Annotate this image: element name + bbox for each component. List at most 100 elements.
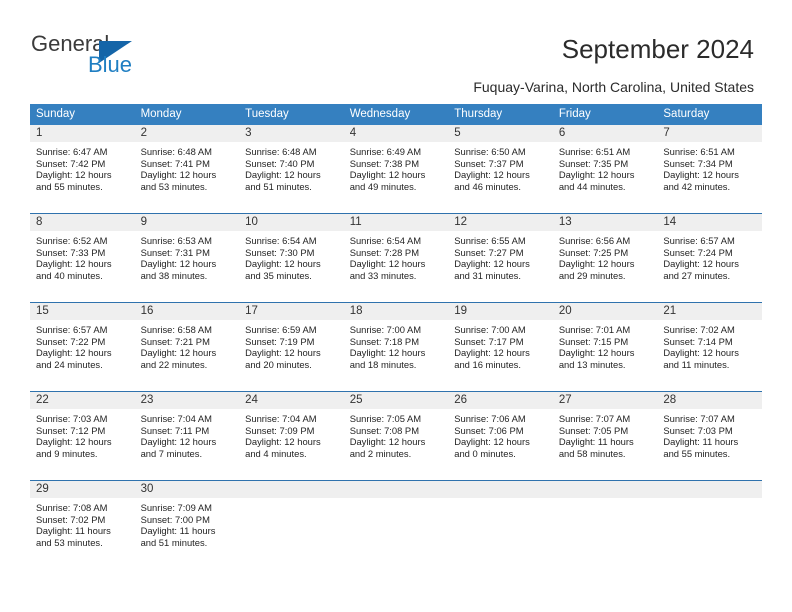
sunset-time: Sunset: 7:09 PM xyxy=(245,424,315,436)
day-details: Sunrise: 6:58 AM Sunset: 7:21 PM Daylight:… xyxy=(135,320,240,391)
calendar-day-cell[interactable]: 15 Sunrise: 6:57 AM Sunset: 7:22 PM Dayligh… xyxy=(30,303,135,391)
day-number xyxy=(343,481,449,498)
daylight-duration-line1: Daylight: 12 hours xyxy=(663,258,739,270)
page-subtitle-location: Fuquay-Varina, North Carolina, United St… xyxy=(473,79,754,95)
calendar-day-cell[interactable]: 17 Sunrise: 6:59 AM Sunset: 7:19 PM Dayligh… xyxy=(239,303,344,391)
sunrise-time: Sunrise: 6:51 AM xyxy=(663,146,735,157)
calendar-day-cell[interactable]: 20 Sunrise: 7:01 AM Sunset: 7:15 PM Dayligh… xyxy=(552,303,658,391)
daylight-duration-line1: Daylight: 12 hours xyxy=(558,258,635,270)
day-number: 28 xyxy=(657,392,762,409)
day-details xyxy=(448,498,553,569)
day-number: 3 xyxy=(239,125,344,142)
day-number: 25 xyxy=(343,392,449,409)
day-number: 18 xyxy=(343,303,449,320)
sunset-time: Sunset: 7:19 PM xyxy=(245,335,315,347)
daylight-duration-line2: and 58 minutes. xyxy=(558,447,626,459)
day-details: Sunrise: 6:56 AM Sunset: 7:25 PM Daylight:… xyxy=(553,231,658,302)
calendar-day-cell[interactable]: 3 Sunrise: 6:48 AM Sunset: 7:40 PM Daylight… xyxy=(239,125,344,213)
calendar-day-cell[interactable]: 25 Sunrise: 7:05 AM Sunset: 7:08 PM Dayligh… xyxy=(343,392,449,480)
day-number: 7 xyxy=(657,125,762,142)
sunset-time: Sunset: 7:37 PM xyxy=(454,157,524,169)
calendar-day-cell[interactable]: 19 Sunrise: 7:00 AM Sunset: 7:17 PM Dayligh… xyxy=(448,303,553,391)
sunset-time: Sunset: 7:33 PM xyxy=(36,246,106,258)
calendar-day-cell[interactable]: 5 Sunrise: 6:50 AM Sunset: 7:37 PM Daylight… xyxy=(448,125,553,213)
sunset-time: Sunset: 7:02 PM xyxy=(36,513,106,525)
daylight-duration-line1: Daylight: 12 hours xyxy=(454,169,530,181)
calendar-page: General Blue September 2024 Fuquay-Varin… xyxy=(0,0,792,612)
daylight-duration-line2: and 2 minutes. xyxy=(349,447,412,459)
calendar-day-cell-empty xyxy=(448,481,553,569)
calendar-day-cell[interactable]: 1 Sunrise: 6:47 AM Sunset: 7:42 PM Daylight… xyxy=(30,125,135,213)
daylight-duration-line2: and 49 minutes. xyxy=(349,180,417,192)
calendar-day-cell[interactable]: 24 Sunrise: 7:04 AM Sunset: 7:09 PM Dayligh… xyxy=(239,392,344,480)
calendar-week-row: 15 Sunrise: 6:57 AM Sunset: 7:22 PM Dayligh… xyxy=(30,302,762,391)
daylight-duration-line2: and 42 minutes. xyxy=(663,180,731,192)
calendar-day-cell[interactable]: 14 Sunrise: 6:57 AM Sunset: 7:24 PM Dayligh… xyxy=(657,214,762,302)
calendar-day-cell[interactable]: 27 Sunrise: 7:07 AM Sunset: 7:05 PM Dayligh… xyxy=(552,392,658,480)
calendar-day-cell[interactable]: 22 Sunrise: 7:03 AM Sunset: 7:12 PM Dayligh… xyxy=(30,392,135,480)
calendar-weeks: 1 Sunrise: 6:47 AM Sunset: 7:42 PM Daylight… xyxy=(30,125,762,569)
calendar-day-cell[interactable]: 16 Sunrise: 6:58 AM Sunset: 7:21 PM Dayligh… xyxy=(134,303,240,391)
day-details: Sunrise: 6:48 AM Sunset: 7:40 PM Daylight:… xyxy=(239,142,344,213)
day-number: 19 xyxy=(448,303,553,320)
calendar-week-row: 29 Sunrise: 7:08 AM Sunset: 7:02 PM Dayligh… xyxy=(30,480,762,569)
calendar-day-cell[interactable]: 21 Sunrise: 7:02 AM Sunset: 7:14 PM Dayligh… xyxy=(657,303,762,391)
weekday-header-row: Sunday Monday Tuesday Wednesday Thursday… xyxy=(30,104,762,125)
day-number xyxy=(448,481,553,498)
daylight-duration-line1: Daylight: 12 hours xyxy=(245,258,321,270)
calendar-day-cell[interactable]: 18 Sunrise: 7:00 AM Sunset: 7:18 PM Dayligh… xyxy=(343,303,449,391)
calendar-day-cell[interactable]: 11 Sunrise: 6:54 AM Sunset: 7:28 PM Dayligh… xyxy=(343,214,449,302)
calendar-grid: Sunday Monday Tuesday Wednesday Thursday… xyxy=(30,104,762,569)
daylight-duration-line2: and 44 minutes. xyxy=(558,180,626,192)
calendar-day-cell[interactable]: 12 Sunrise: 6:55 AM Sunset: 7:27 PM Dayligh… xyxy=(448,214,553,302)
calendar-day-cell[interactable]: 7 Sunrise: 6:51 AM Sunset: 7:34 PM Daylight… xyxy=(657,125,762,213)
sunset-time: Sunset: 7:30 PM xyxy=(245,246,315,258)
calendar-day-cell[interactable]: 8 Sunrise: 6:52 AM Sunset: 7:33 PM Daylight… xyxy=(30,214,135,302)
day-number: 11 xyxy=(343,214,449,231)
calendar-day-cell[interactable]: 23 Sunrise: 7:04 AM Sunset: 7:11 PM Dayligh… xyxy=(134,392,240,480)
weekday-header-thursday: Thursday xyxy=(454,108,503,120)
calendar-day-cell[interactable]: 4 Sunrise: 6:49 AM Sunset: 7:38 PM Daylight… xyxy=(343,125,449,213)
sunrise-time: Sunrise: 6:52 AM xyxy=(36,235,108,246)
page-title: September 2024 xyxy=(561,34,754,64)
sunset-time: Sunset: 7:38 PM xyxy=(349,157,419,169)
day-number: 8 xyxy=(30,214,135,231)
sunset-time: Sunset: 7:06 PM xyxy=(454,424,524,436)
calendar-day-cell[interactable]: 13 Sunrise: 6:56 AM Sunset: 7:25 PM Dayligh… xyxy=(552,214,658,302)
sunset-time: Sunset: 7:27 PM xyxy=(454,246,524,258)
calendar-day-cell[interactable]: 10 Sunrise: 6:54 AM Sunset: 7:30 PM Dayligh… xyxy=(239,214,344,302)
daylight-duration-line1: Daylight: 12 hours xyxy=(454,258,530,270)
daylight-duration-line2: and 11 minutes. xyxy=(663,358,730,370)
day-number: 30 xyxy=(134,481,240,498)
calendar-day-cell[interactable]: 26 Sunrise: 7:06 AM Sunset: 7:06 PM Dayligh… xyxy=(448,392,553,480)
calendar-day-cell[interactable]: 9 Sunrise: 6:53 AM Sunset: 7:31 PM Daylight… xyxy=(134,214,240,302)
daylight-duration-line1: Daylight: 12 hours xyxy=(558,347,635,359)
day-details: Sunrise: 7:09 AM Sunset: 7:00 PM Daylight:… xyxy=(135,498,240,569)
sunrise-time: Sunrise: 7:06 AM xyxy=(454,413,526,424)
calendar-day-cell[interactable]: 29 Sunrise: 7:08 AM Sunset: 7:02 PM Dayligh… xyxy=(30,481,135,569)
daylight-duration-line2: and 33 minutes. xyxy=(349,269,417,281)
day-details: Sunrise: 7:04 AM Sunset: 7:11 PM Daylight:… xyxy=(135,409,240,480)
calendar-day-cell[interactable]: 2 Sunrise: 6:48 AM Sunset: 7:41 PM Daylight… xyxy=(134,125,240,213)
general-blue-logo[interactable]: General Blue xyxy=(31,33,211,81)
sunset-time: Sunset: 7:41 PM xyxy=(140,157,210,169)
sunset-time: Sunset: 7:35 PM xyxy=(558,157,629,169)
weekday-header-saturday: Saturday xyxy=(663,108,710,120)
calendar-day-cell[interactable]: 6 Sunrise: 6:51 AM Sunset: 7:35 PM Daylight… xyxy=(552,125,658,213)
daylight-duration-line1: Daylight: 12 hours xyxy=(36,169,112,181)
day-details: Sunrise: 6:57 AM Sunset: 7:24 PM Daylight:… xyxy=(657,231,762,302)
calendar-day-cell[interactable]: 30 Sunrise: 7:09 AM Sunset: 7:00 PM Dayligh… xyxy=(134,481,240,569)
sunset-time: Sunset: 7:42 PM xyxy=(36,157,106,169)
daylight-duration-line1: Daylight: 12 hours xyxy=(349,347,426,359)
day-number: 5 xyxy=(448,125,553,142)
daylight-duration-line2: and 53 minutes. xyxy=(36,536,103,548)
day-details: Sunrise: 6:54 AM Sunset: 7:30 PM Daylight:… xyxy=(239,231,344,302)
daylight-duration-line1: Daylight: 12 hours xyxy=(245,169,321,181)
day-details: Sunrise: 7:03 AM Sunset: 7:12 PM Daylight:… xyxy=(30,409,135,480)
day-details xyxy=(552,498,658,569)
calendar-day-cell[interactable]: 28 Sunrise: 7:07 AM Sunset: 7:03 PM Dayligh… xyxy=(657,392,762,480)
sunset-time: Sunset: 7:21 PM xyxy=(140,335,210,347)
sunrise-time: Sunrise: 7:02 AM xyxy=(663,324,735,335)
day-details: Sunrise: 6:57 AM Sunset: 7:22 PM Daylight:… xyxy=(30,320,135,391)
sunset-time: Sunset: 7:22 PM xyxy=(36,335,106,347)
